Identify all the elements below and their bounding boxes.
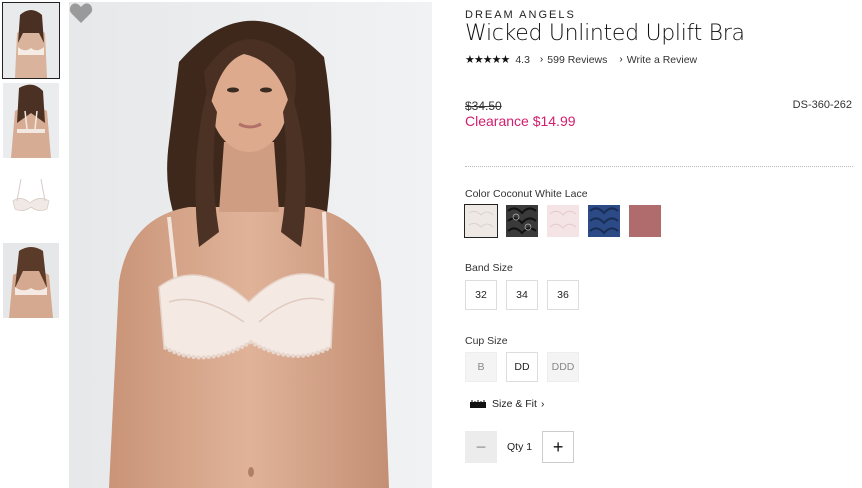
reviews-link[interactable]: 599 Reviews <box>547 54 607 66</box>
rating-row: ★★★★★ 4.3 › 599 Reviews › Write a Review <box>465 53 709 67</box>
selected-color-name: Coconut White Lace <box>493 188 588 200</box>
original-price: $34.50 <box>465 99 502 113</box>
cup-size-b[interactable]: B <box>465 352 497 382</box>
chevron-right-icon: › <box>539 54 544 65</box>
thumbnail-3[interactable] <box>3 163 59 238</box>
thumbnail-1[interactable] <box>2 2 60 79</box>
band-size-options: 32 34 36 <box>465 280 579 310</box>
quantity-label-text: Qty <box>507 441 524 453</box>
divider <box>465 166 853 167</box>
model-photo <box>69 2 432 488</box>
cup-size-label: Cup Size <box>465 335 508 347</box>
quantity-value: 1 <box>526 441 533 453</box>
band-size-34[interactable]: 34 <box>506 280 538 310</box>
quantity-stepper: − Qty 1 + <box>465 431 575 463</box>
band-size-label: Band Size <box>465 262 513 274</box>
main-product-image[interactable] <box>69 2 432 488</box>
band-size-36[interactable]: 36 <box>547 280 579 310</box>
favorite-heart-icon[interactable] <box>69 2 93 24</box>
color-label-text: Color <box>465 188 491 200</box>
swatch-coconut-white-lace[interactable] <box>464 204 498 238</box>
product-title: Wicked Unlinted Uplift Bra <box>465 21 745 46</box>
cup-size-dd[interactable]: DD <box>506 352 538 382</box>
quantity-decrease-button[interactable]: − <box>465 431 497 463</box>
swatch-mauve[interactable] <box>629 205 661 237</box>
band-size-32[interactable]: 32 <box>465 280 497 310</box>
rating-value: 4.3 <box>515 53 530 66</box>
size-fit-link[interactable]: Size & Fit › <box>470 398 548 410</box>
ruler-icon <box>470 400 486 408</box>
rating-stars-icon: ★★★★★ <box>465 54 510 66</box>
chevron-right-icon: › <box>540 398 545 410</box>
thumbnail-4[interactable] <box>3 243 59 318</box>
swatch-pink-lace[interactable] <box>547 205 579 237</box>
cup-size-ddd[interactable]: DDD <box>547 352 579 382</box>
cup-size-options: B DD DDD <box>465 352 579 382</box>
size-fit-label: Size & Fit <box>492 398 537 410</box>
chevron-right-icon: › <box>619 54 623 65</box>
write-review-link[interactable]: Write a Review <box>627 54 697 66</box>
clearance-price: Clearance $14.99 <box>465 113 576 129</box>
color-swatches <box>464 204 661 238</box>
thumbnail-strip <box>2 2 60 323</box>
swatch-navy-lace[interactable] <box>588 205 620 237</box>
swatch-black-lace[interactable] <box>506 205 538 237</box>
color-label: Color Coconut White Lace <box>465 188 588 200</box>
quantity-label: Qty 1 <box>507 441 532 453</box>
brand-name: DREAM ANGELS <box>465 9 576 21</box>
quantity-increase-button[interactable]: + <box>542 431 575 463</box>
thumbnail-2[interactable] <box>3 83 59 158</box>
sku-code: DS-360-262 <box>792 99 852 111</box>
